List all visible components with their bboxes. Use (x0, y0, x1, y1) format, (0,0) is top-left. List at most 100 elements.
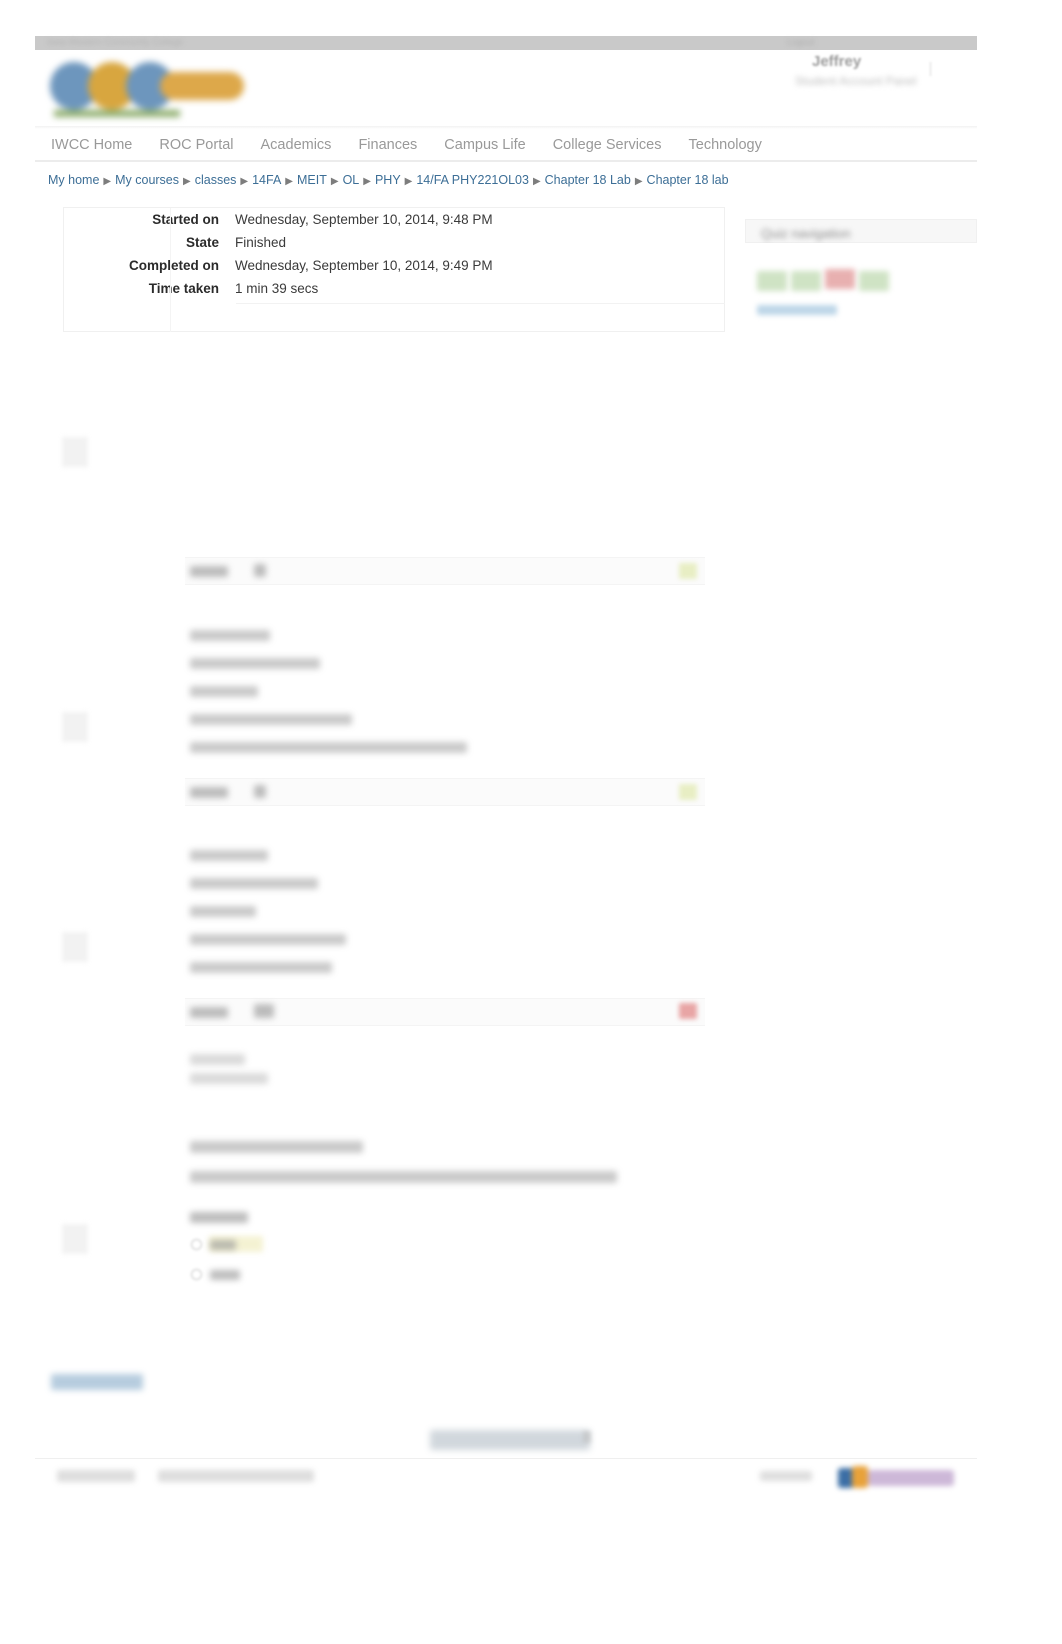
roc-logo[interactable] (48, 54, 244, 120)
breadcrumb-separator-icon: ▶ (363, 176, 371, 187)
question-2-answer-label (190, 787, 228, 798)
breadcrumb-separator-icon: ▶ (404, 176, 413, 187)
breadcrumb-separator-icon: ▶ (330, 176, 339, 187)
header-divider (930, 62, 931, 76)
footer-powered-by-text (760, 1471, 812, 1481)
attempt-info-label-time-taken: Time taken (148, 281, 219, 296)
breadcrumb-separator-icon: ▶ (532, 176, 541, 187)
attempt-info-label-state: State (185, 235, 219, 250)
breadcrumb-separator-icon: ▶ (240, 176, 249, 187)
breadcrumb-item-current[interactable]: Chapter 18 lab (647, 173, 729, 187)
quiz-nav-question-1[interactable] (757, 271, 787, 291)
logo-underline (54, 110, 180, 117)
question-3-answer-value (254, 1004, 274, 1018)
nav-item-college-services[interactable]: College Services (553, 137, 662, 153)
attempt-info-value-started-on: Wednesday, September 10, 2014, 9:48 PM (235, 212, 493, 227)
question-4-option-true-label (210, 1240, 236, 1250)
external-link-icon (583, 1431, 591, 1443)
moodle-logo-wordmark (868, 1470, 954, 1486)
quiz-nav-finish-review-link[interactable] (757, 305, 837, 315)
question-3-text-line-4 (190, 934, 346, 945)
question-1-info-box (62, 437, 88, 467)
quiz-nav-question-3[interactable] (825, 269, 855, 289)
footer-course-link[interactable] (158, 1470, 314, 1482)
top-utility-bar: Iowa Western Community College Logout (35, 36, 977, 50)
question-2-info-box (62, 712, 88, 742)
main-navigation: IWCC Home ROC Portal Academics Finances … (35, 129, 977, 161)
breadcrumb-item-classes[interactable]: classes (195, 173, 237, 187)
nav-item-finances[interactable]: Finances (358, 137, 417, 153)
breadcrumb-separator-icon: ▶ (634, 176, 643, 187)
attempt-info-row-divider (236, 303, 725, 304)
attempt-info-label-started-on: Started on (152, 212, 219, 227)
nav-item-roc-portal[interactable]: ROC Portal (159, 137, 233, 153)
logo-wordmark (160, 72, 244, 100)
question-3-answer-label (190, 1007, 228, 1018)
moodle-logo-mark-2 (852, 1466, 868, 1488)
question-3-info-box (62, 932, 88, 962)
breadcrumb-item-14fa[interactable]: 14FA (252, 173, 281, 187)
question-1-answer-value (254, 564, 266, 577)
question-4-info-box (62, 1224, 88, 1254)
breadcrumb-item-chapter-18-lab[interactable]: Chapter 18 Lab (545, 173, 631, 187)
table-row: Completed on Wednesday, September 10, 20… (64, 254, 724, 277)
quiz-navigation-block: Quiz navigation Finish review (745, 205, 977, 333)
question-2-text-line-4 (190, 714, 352, 725)
table-row: Time taken 1 min 39 secs (64, 277, 724, 300)
question-1-correct-icon (679, 563, 697, 579)
nav-item-campus-life[interactable]: Campus Life (444, 137, 525, 153)
question-3-text-line-5 (190, 962, 332, 973)
question-2-text-line-1 (190, 630, 270, 641)
table-row: State Finished (64, 231, 724, 254)
question-2-text-line-5 (190, 742, 467, 753)
breadcrumb-separator-icon: ▶ (183, 176, 191, 187)
user-name: Jeffrey (812, 53, 862, 70)
question-2-text-line-2 (190, 658, 320, 669)
footer-logged-in-text[interactable] (57, 1470, 135, 1482)
nav-item-technology[interactable]: Technology (689, 137, 762, 153)
moodle-docs-link[interactable] (430, 1430, 590, 1450)
quiz-navigation-title: Quiz navigation (761, 226, 851, 241)
question-3-feedback-line-1 (190, 1054, 245, 1065)
breadcrumb-item-ol[interactable]: OL (343, 173, 360, 187)
breadcrumb-item-meit[interactable]: MEIT (297, 173, 327, 187)
question-2-correct-icon (679, 784, 697, 800)
page-root: Iowa Western Community College Logout RO… (0, 0, 1062, 1644)
breadcrumb-item-my-home[interactable]: My home (48, 173, 99, 187)
nav-item-iwcc-home[interactable]: IWCC Home (51, 137, 132, 153)
top-bar-right-text[interactable]: Logout (787, 37, 815, 47)
quiz-nav-question-2[interactable] (791, 271, 821, 291)
attempt-info-column-divider (170, 208, 171, 332)
attempt-info-value-completed-on: Wednesday, September 10, 2014, 9:49 PM (235, 258, 493, 273)
moodle-logo[interactable] (838, 1464, 954, 1492)
breadcrumb-item-phy[interactable]: PHY (375, 173, 401, 187)
breadcrumb-separator-icon: ▶ (285, 176, 293, 187)
question-2-answer-value (254, 785, 266, 798)
question-4-text-line-1 (190, 1141, 363, 1153)
user-subtitle: Student Account Panel (795, 74, 917, 88)
question-1-answer-label (190, 566, 228, 577)
question-3-text-line-2 (190, 878, 318, 889)
question-3-incorrect-icon (679, 1003, 697, 1019)
top-bar-left-text: Iowa Western Community College (47, 37, 183, 47)
question-3-text-line-3 (190, 906, 256, 917)
question-4-select-one-label (190, 1212, 248, 1223)
table-row: Started on Wednesday, September 10, 2014… (64, 208, 724, 231)
question-4-option-false-label (210, 1270, 240, 1280)
finish-review-button[interactable] (51, 1374, 143, 1390)
question-3-feedback-line-2 (190, 1073, 268, 1084)
question-4-radio-true[interactable] (191, 1239, 202, 1250)
question-2-text-line-3 (190, 686, 258, 697)
nav-item-academics[interactable]: Academics (261, 137, 332, 153)
quiz-nav-question-4[interactable] (859, 271, 889, 291)
question-4-radio-false[interactable] (191, 1269, 202, 1280)
attempt-info-table: Started on Wednesday, September 10, 2014… (63, 207, 725, 332)
breadcrumb-separator-icon: ▶ (103, 176, 112, 187)
footer-divider (35, 1458, 977, 1459)
question-3-text-line-1 (190, 850, 268, 861)
breadcrumb-item-my-courses[interactable]: My courses (115, 173, 179, 187)
attempt-info-value-time-taken: 1 min 39 secs (235, 281, 319, 296)
breadcrumb-item-course[interactable]: 14/FA PHY221OL03 (416, 173, 529, 187)
attempt-info-value-state: Finished (235, 235, 287, 250)
nav-underline (35, 160, 977, 162)
